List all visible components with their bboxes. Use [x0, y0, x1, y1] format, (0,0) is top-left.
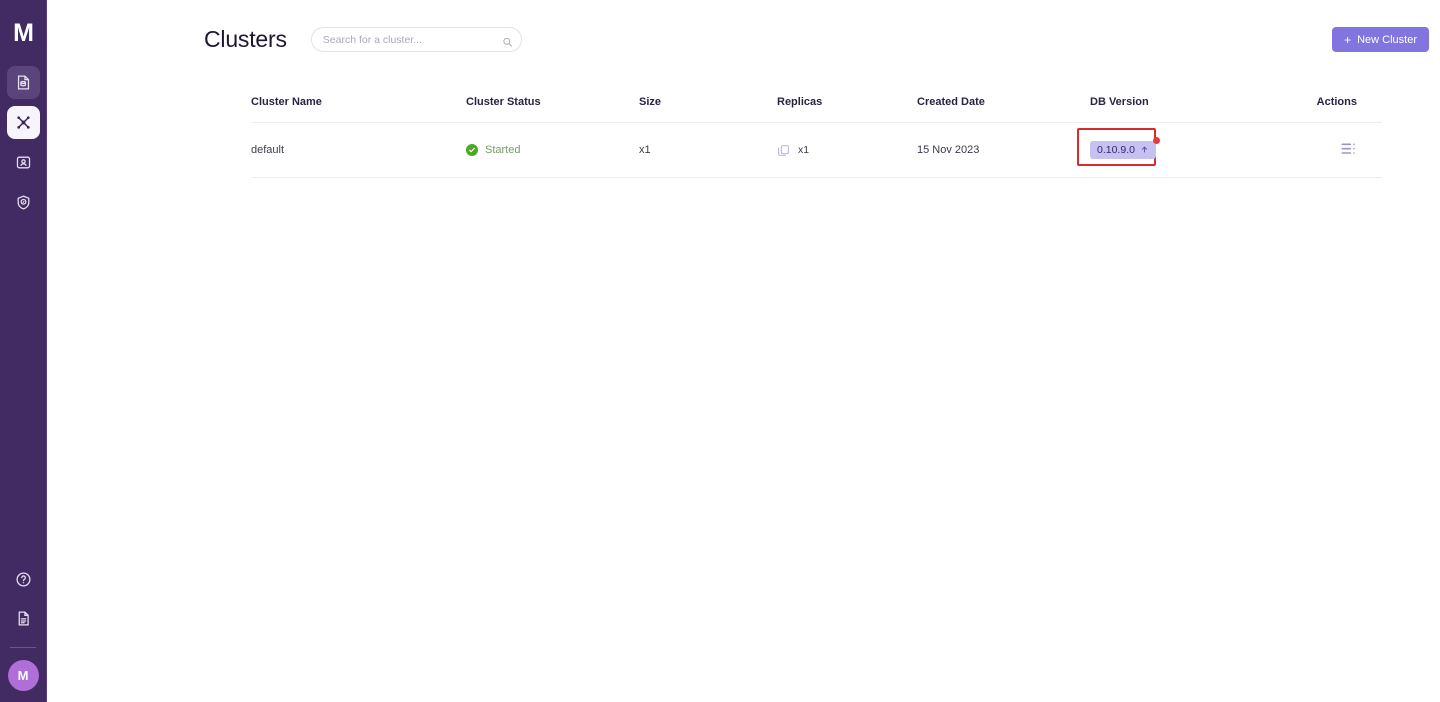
plus-icon: +	[1344, 32, 1352, 47]
upgrade-arrow-icon	[1140, 145, 1149, 156]
sidebar-item-account[interactable]	[7, 146, 40, 179]
cluster-name-text: default	[251, 144, 285, 156]
table-header-row: Cluster Name Cluster Status Size Replica…	[251, 96, 1382, 123]
clusters-table-container: Cluster Name Cluster Status Size Replica…	[251, 96, 1382, 178]
cell-cluster-name: default	[251, 122, 466, 178]
db-version-group: 0.10.9.0	[1077, 128, 1160, 166]
cell-cluster-status: Started	[466, 122, 639, 178]
cluster-network-icon	[15, 114, 32, 131]
search-container	[310, 27, 522, 52]
column-header-cluster-status[interactable]: Cluster Status	[466, 96, 639, 123]
table-head: Cluster Name Cluster Status Size Replica…	[251, 96, 1382, 123]
sidebar-item-security[interactable]	[7, 186, 40, 219]
cell-db-version: 0.10.9.0	[1077, 122, 1262, 178]
column-header-db-version[interactable]: DB Version	[1090, 96, 1262, 123]
sidebar-nav	[6, 66, 40, 219]
size-value: x1	[639, 144, 651, 156]
column-header-actions: Actions	[1262, 96, 1382, 123]
replicas-value: x1	[798, 144, 810, 156]
status-badge: Started	[466, 144, 639, 156]
new-cluster-label: New Cluster	[1357, 33, 1417, 46]
page-title: Clusters	[204, 26, 287, 52]
app-root: M M Clusters Search for a cluster... + N…	[0, 0, 1440, 702]
app-logo: M	[13, 18, 34, 47]
sidebar-item-databases[interactable]	[6, 66, 40, 99]
column-header-cluster-name[interactable]: Cluster Name	[251, 96, 466, 123]
database-file-icon	[15, 74, 32, 91]
column-header-replicas[interactable]: Replicas	[777, 96, 917, 123]
column-header-size[interactable]: Size	[639, 96, 777, 123]
document-icon	[15, 610, 32, 627]
created-date-value: 15 Nov 2023	[917, 144, 980, 156]
db-version-text: 0.10.9.0	[1097, 144, 1135, 156]
db-version-badge[interactable]: 0.10.9.0	[1090, 137, 1160, 159]
shield-compass-icon	[15, 194, 32, 211]
cell-replicas: x1	[777, 122, 917, 178]
id-card-icon	[15, 154, 32, 171]
replicas-group: x1	[777, 144, 917, 157]
sidebar-item-docs[interactable]	[7, 602, 40, 635]
cell-created-date: 15 Nov 2023	[917, 122, 1090, 178]
sidebar-item-help[interactable]	[7, 563, 40, 596]
sidebar-divider	[10, 647, 36, 648]
cell-actions	[1262, 122, 1382, 178]
new-cluster-button[interactable]: + New Cluster	[1332, 27, 1429, 52]
table-body: default Started x1 x1 15 Nov 2023 0.10.9…	[251, 122, 1382, 178]
list-menu-icon[interactable]	[1341, 142, 1357, 155]
table-row[interactable]: default Started x1 x1 15 Nov 2023 0.10.9…	[251, 122, 1382, 178]
avatar[interactable]: M	[7, 660, 39, 691]
copy-icon	[777, 144, 790, 157]
help-circle-icon	[15, 571, 32, 588]
sidebar-item-clusters[interactable]	[6, 106, 40, 139]
page-header: Clusters + New Cluster	[47, 0, 1440, 53]
update-available-dot	[1152, 137, 1160, 144]
column-header-created-date[interactable]: Created Date	[917, 96, 1090, 123]
clusters-table: Cluster Name Cluster Status Size Replica…	[251, 96, 1382, 178]
check-circle-icon	[466, 144, 478, 156]
sidebar-bottom: M	[0, 563, 46, 691]
sidebar: M M	[0, 0, 47, 702]
main-content: Clusters + New Cluster Cluster Nam	[47, 0, 1440, 702]
cell-size: x1	[639, 122, 777, 178]
status-text: Started	[485, 144, 521, 156]
search-input[interactable]	[310, 27, 522, 52]
